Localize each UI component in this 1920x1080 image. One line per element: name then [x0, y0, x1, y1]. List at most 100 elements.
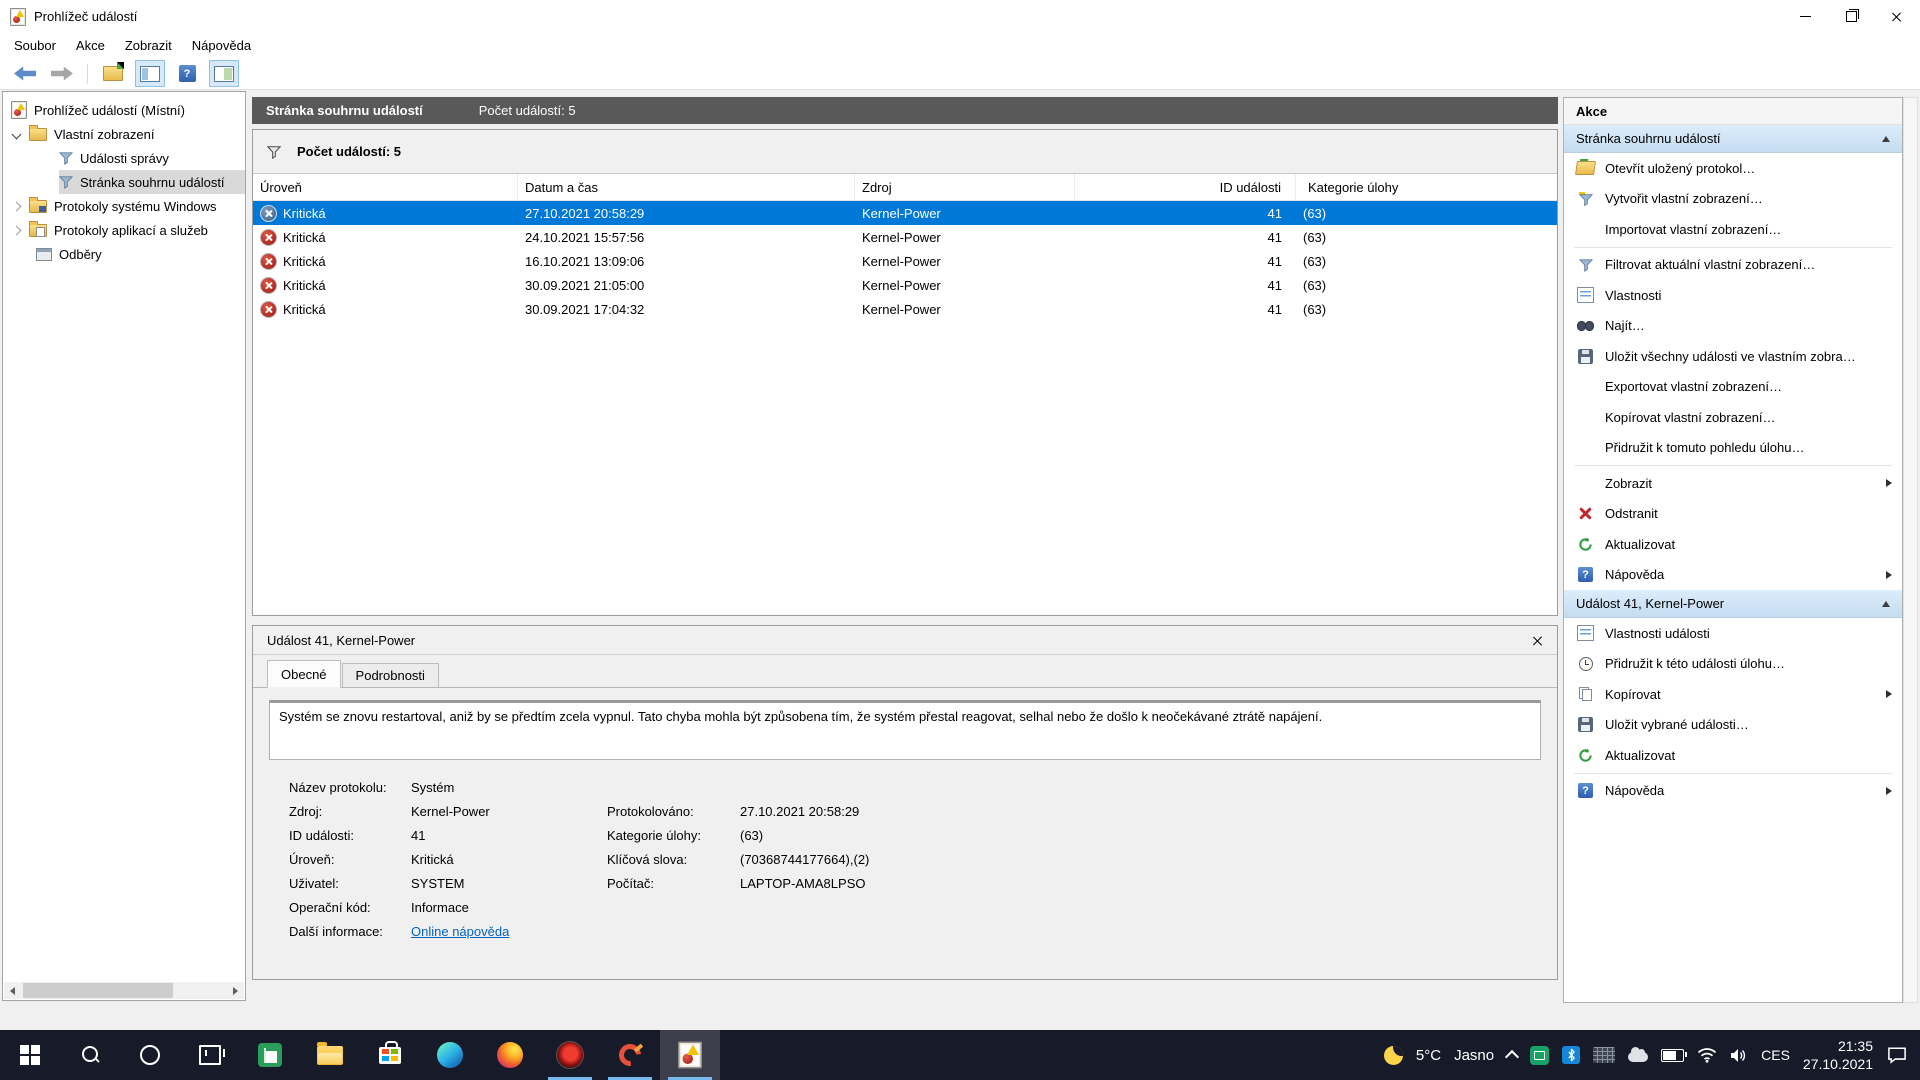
action-copy[interactable]: Kopírovat: [1564, 679, 1902, 710]
chevron-collapsed-icon[interactable]: [12, 225, 22, 235]
cortana-button[interactable]: [120, 1030, 180, 1080]
event-row[interactable]: Kritická 30.09.2021 21:05:00 Kernel-Powe…: [253, 273, 1557, 297]
menu-file[interactable]: Soubor: [4, 35, 66, 56]
taskbar-app-edge[interactable]: [420, 1030, 480, 1080]
action-import-custom-view[interactable]: Importovat vlastní zobrazení…: [1564, 214, 1902, 245]
action-event-properties[interactable]: Vlastnosti události: [1564, 618, 1902, 649]
taskbar-app-firefox[interactable]: [480, 1030, 540, 1080]
back-button[interactable]: [10, 60, 40, 87]
action-view-submenu[interactable]: Zobrazit: [1564, 468, 1902, 499]
tree-item-app-logs[interactable]: Protokoly aplikací a služeb: [3, 218, 245, 242]
tab-details[interactable]: Podrobnosti: [342, 663, 439, 687]
titlebar: Prohlížeč událostí: [0, 0, 1920, 33]
online-help-link[interactable]: Online nápověda: [411, 924, 509, 939]
search-icon: [80, 1045, 100, 1065]
column-header-eventid[interactable]: ID události: [1075, 174, 1296, 200]
tree-item-windows-logs[interactable]: Protokoly systému Windows: [3, 194, 245, 218]
battery-icon[interactable]: [1661, 1049, 1684, 1062]
tree-item-subscriptions[interactable]: Odběry: [3, 242, 245, 266]
restore-button[interactable]: [1828, 0, 1874, 33]
event-row[interactable]: Kritická 16.10.2021 13:09:06 Kernel-Powe…: [253, 249, 1557, 273]
tree-item-custom-views[interactable]: Vlastní zobrazení: [3, 122, 245, 146]
action-event-help[interactable]: ?Nápověda: [1564, 776, 1902, 807]
column-header-level[interactable]: Úroveň: [253, 174, 518, 200]
actions-scrollbar[interactable]: [1903, 97, 1918, 1003]
menu-view[interactable]: Zobrazit: [115, 35, 182, 56]
language-indicator[interactable]: CES: [1761, 1047, 1790, 1063]
toggle-action-pane-button[interactable]: [209, 60, 239, 87]
bluetooth-icon[interactable]: [1562, 1046, 1580, 1064]
file-explorer-icon: [317, 1046, 343, 1065]
onedrive-icon[interactable]: [1628, 1052, 1648, 1062]
action-attach-task-to-view[interactable]: Přidružit k tomuto pohledu úlohu…: [1564, 433, 1902, 464]
weather-moon-icon[interactable]: [1384, 1046, 1403, 1065]
event-description-box[interactable]: Systém se znovu restartoval, aniž by se …: [269, 700, 1541, 760]
tree-item-label: Vlastní zobrazení: [54, 127, 154, 142]
restore-icon: [1846, 11, 1857, 22]
action-center-icon[interactable]: [1886, 1046, 1908, 1064]
forward-button[interactable]: [47, 60, 77, 87]
chevron-collapsed-icon[interactable]: [12, 201, 22, 211]
action-open-saved-log[interactable]: Otevřít uložený protokol…: [1564, 153, 1902, 184]
action-refresh[interactable]: Aktualizovat: [1564, 529, 1902, 560]
back-arrow-icon: [14, 67, 36, 81]
taskbar-app-comodo[interactable]: [540, 1030, 600, 1080]
action-export-custom-view[interactable]: Exportovat vlastní zobrazení…: [1564, 372, 1902, 403]
search-button[interactable]: [60, 1030, 120, 1080]
wifi-icon[interactable]: [1697, 1048, 1717, 1063]
weather-temperature[interactable]: 5°C: [1416, 1047, 1441, 1064]
scroll-right-button[interactable]: [227, 982, 244, 999]
action-create-custom-view[interactable]: Vytvořit vlastní zobrazení…: [1564, 184, 1902, 215]
event-row[interactable]: Kritická 24.10.2021 15:57:56 Kernel-Powe…: [253, 225, 1557, 249]
separator: [1574, 465, 1892, 466]
event-viewer-window: Prohlížeč událostí Soubor Akce Zobrazit …: [0, 0, 1920, 1080]
start-button[interactable]: [0, 1030, 60, 1080]
detail-close-icon[interactable]: [1532, 635, 1543, 646]
tray-expand-icon[interactable]: [1505, 1050, 1519, 1064]
taskbar-app-notes[interactable]: [240, 1030, 300, 1080]
tree-item-label: Události správy: [80, 151, 169, 166]
event-row-selected[interactable]: Kritická 27.10.2021 20:58:29 Kernel-Powe…: [253, 201, 1557, 225]
clock[interactable]: 21:35 27.10.2021: [1803, 1037, 1873, 1073]
task-view-button[interactable]: [180, 1030, 240, 1080]
taskbar-app-ccleaner[interactable]: [600, 1030, 660, 1080]
taskbar-app-event-viewer[interactable]: [660, 1030, 720, 1080]
scrollbar-thumb[interactable]: [23, 983, 173, 998]
column-header-category[interactable]: Kategorie úlohy: [1296, 174, 1557, 200]
action-filter-current-view[interactable]: Filtrovat aktuální vlastní zobrazení…: [1564, 250, 1902, 281]
toggle-console-tree-button[interactable]: [135, 60, 165, 87]
event-row[interactable]: Kritická 30.09.2021 17:04:32 Kernel-Powe…: [253, 297, 1557, 321]
touch-keyboard-icon[interactable]: [1593, 1047, 1615, 1063]
action-save-selected-events[interactable]: Uložit vybrané události…: [1564, 710, 1902, 741]
tray-green-app-icon[interactable]: [1530, 1046, 1549, 1065]
taskbar-app-store[interactable]: [360, 1030, 420, 1080]
taskbar-app-file-explorer[interactable]: [300, 1030, 360, 1080]
scroll-left-button[interactable]: [4, 982, 21, 999]
open-saved-log-button[interactable]: [98, 60, 128, 87]
tree-item-summary-page[interactable]: Stránka souhrnu událostí: [3, 170, 245, 194]
column-header-datetime[interactable]: Datum a čas: [518, 174, 855, 200]
volume-icon[interactable]: [1730, 1048, 1748, 1063]
chevron-expanded-icon[interactable]: [12, 129, 22, 139]
tree-item-root[interactable]: Prohlížeč událostí (Místní): [3, 98, 245, 122]
action-delete[interactable]: Odstranit: [1564, 499, 1902, 530]
action-attach-task-to-event[interactable]: Přidružit k této události úlohu…: [1564, 649, 1902, 680]
menu-action[interactable]: Akce: [66, 35, 115, 56]
action-refresh-event[interactable]: Aktualizovat: [1564, 740, 1902, 771]
action-save-all-events[interactable]: Uložit všechny události ve vlastním zobr…: [1564, 341, 1902, 372]
help-button[interactable]: ?: [172, 60, 202, 87]
action-help[interactable]: ?Nápověda: [1564, 560, 1902, 591]
close-button[interactable]: [1874, 0, 1920, 33]
tab-general[interactable]: Obecné: [267, 660, 341, 688]
column-header-source[interactable]: Zdroj: [855, 174, 1075, 200]
minimize-button[interactable]: [1782, 0, 1828, 33]
action-properties[interactable]: Vlastnosti: [1564, 280, 1902, 311]
weather-condition[interactable]: Jasno: [1454, 1047, 1494, 1064]
action-copy-custom-view[interactable]: Kopírovat vlastní zobrazení…: [1564, 402, 1902, 433]
action-find[interactable]: Najít…: [1564, 311, 1902, 342]
actions-section-header-event[interactable]: Událost 41, Kernel-Power: [1564, 590, 1902, 618]
menu-help[interactable]: Nápověda: [182, 35, 261, 56]
actions-section-header-summary[interactable]: Stránka souhrnu událostí: [1564, 125, 1902, 153]
tree-horizontal-scrollbar[interactable]: [4, 982, 244, 999]
tree-item-admin-events[interactable]: Události správy: [3, 146, 245, 170]
